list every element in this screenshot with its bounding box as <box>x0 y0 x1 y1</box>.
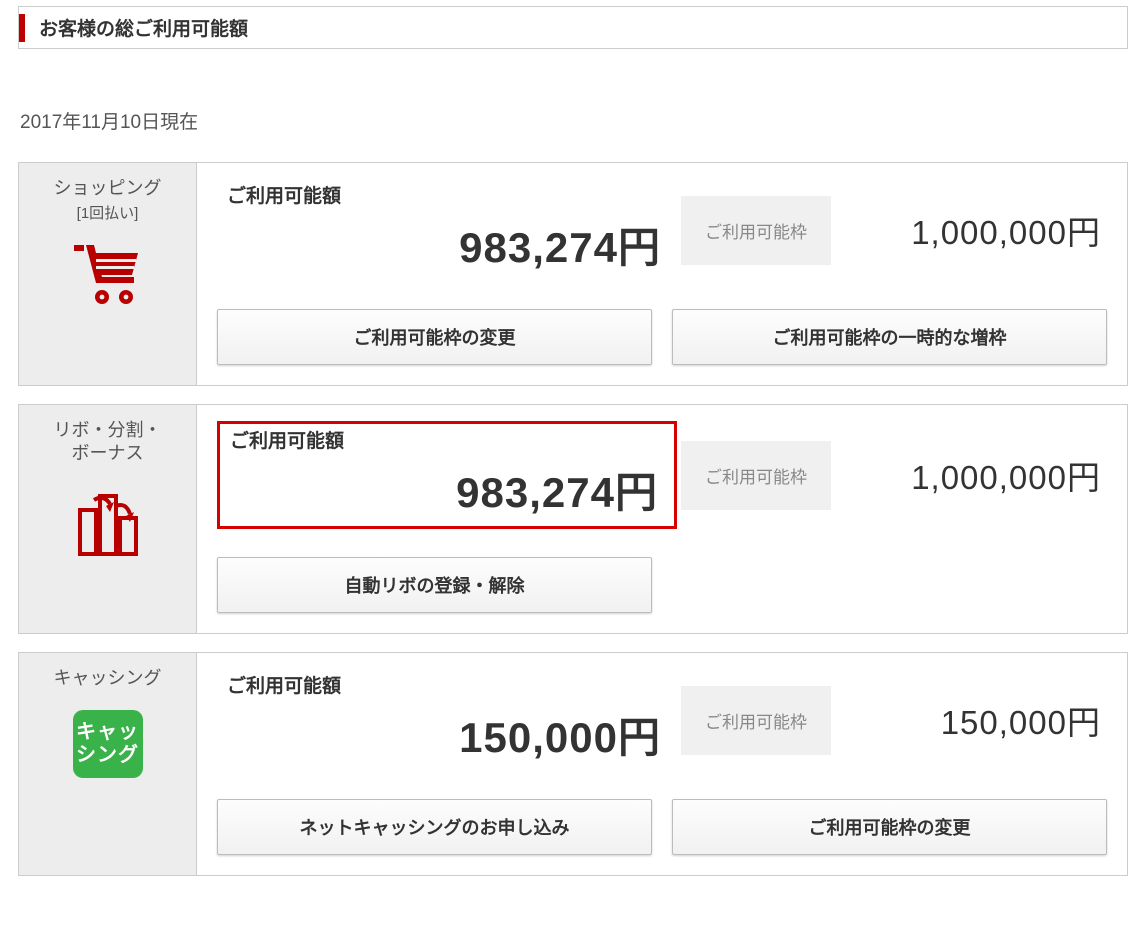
shopping-subtitle: [1回払い] <box>77 202 139 223</box>
cashing-badge: キャッ シング <box>73 710 143 778</box>
as-of-date: 2017年11月10日現在 <box>20 107 1128 134</box>
cashing-sidebar: キャッシング キャッ シング <box>19 653 197 875</box>
page-header: お客様の総ご利用可能額 <box>18 6 1128 49</box>
cashing-badge-line2: シング <box>76 744 139 767</box>
limit-label: ご利用可能枠 <box>681 686 831 755</box>
cashing-limit-amount: 150,000円 <box>835 696 1107 744</box>
cashing-badge-line1: キャッ <box>76 721 139 744</box>
revolving-sidebar: リボ・分割・ ボーナス <box>19 405 197 633</box>
shopping-main: ご利用可能額 983,274円 ご利用可能枠 1,000,000円 ご利用可能枠… <box>197 163 1127 385</box>
cashing-change-limit-button[interactable]: ご利用可能枠の変更 <box>672 799 1107 855</box>
cashing-available-amount: 150,000円 <box>227 704 667 765</box>
revolving-available-block: ご利用可能額 983,274円 <box>217 421 677 529</box>
revolving-buttons: 自動リボの登録・解除 <box>217 557 1107 613</box>
available-label: ご利用可能額 <box>227 671 667 698</box>
shopping-sidebar: ショッピング [1回払い] <box>19 163 197 385</box>
cashing-main: ご利用可能額 150,000円 ご利用可能枠 150,000円 ネットキャッシン… <box>197 653 1127 875</box>
shopping-amount-row: ご利用可能額 983,274円 ご利用可能枠 1,000,000円 <box>217 179 1107 281</box>
header-accent <box>19 14 25 42</box>
revolving-icon <box>76 492 140 563</box>
cashing-amount-row: ご利用可能額 150,000円 ご利用可能枠 150,000円 <box>217 669 1107 771</box>
revolving-title: リボ・分割・ ボーナス <box>54 419 162 466</box>
net-cashing-apply-button[interactable]: ネットキャッシングのお申し込み <box>217 799 652 855</box>
revolving-available-amount: 983,274円 <box>230 459 664 520</box>
section-revolving: リボ・分割・ ボーナス ご利用可能額 983,274円 <box>18 404 1128 634</box>
section-cashing: キャッシング キャッ シング ご利用可能額 150,000円 ご利用可能枠 15… <box>18 652 1128 876</box>
page-title: お客様の総ご利用可能額 <box>39 14 248 41</box>
shopping-buttons: ご利用可能枠の変更 ご利用可能枠の一時的な増枠 <box>217 309 1107 365</box>
revolving-main: ご利用可能額 983,274円 ご利用可能枠 1,000,000円 自動リボの登… <box>197 405 1127 633</box>
temp-increase-button[interactable]: ご利用可能枠の一時的な増枠 <box>672 309 1107 365</box>
shopping-available-block: ご利用可能額 983,274円 <box>217 179 677 281</box>
limit-label: ご利用可能枠 <box>681 441 831 510</box>
available-label: ご利用可能額 <box>227 181 667 208</box>
auto-revo-button[interactable]: 自動リボの登録・解除 <box>217 557 652 613</box>
available-label: ご利用可能額 <box>230 426 664 453</box>
cashing-icon: キャッ シング <box>73 710 143 778</box>
cashing-buttons: ネットキャッシングのお申し込み ご利用可能枠の変更 <box>217 799 1107 855</box>
section-shopping: ショッピング [1回払い] ご利用可能額 <box>18 162 1128 386</box>
shopping-available-amount: 983,274円 <box>227 214 667 275</box>
cashing-available-block: ご利用可能額 150,000円 <box>217 669 677 771</box>
shopping-cart-icon <box>72 243 144 310</box>
cashing-title: キャッシング <box>54 667 162 690</box>
revolving-amount-row: ご利用可能額 983,274円 ご利用可能枠 1,000,000円 <box>217 421 1107 529</box>
shopping-title: ショッピング <box>54 177 162 200</box>
change-limit-button[interactable]: ご利用可能枠の変更 <box>217 309 652 365</box>
revolving-limit-amount: 1,000,000円 <box>835 451 1107 499</box>
limit-label: ご利用可能枠 <box>681 196 831 265</box>
shopping-limit-amount: 1,000,000円 <box>835 206 1107 254</box>
